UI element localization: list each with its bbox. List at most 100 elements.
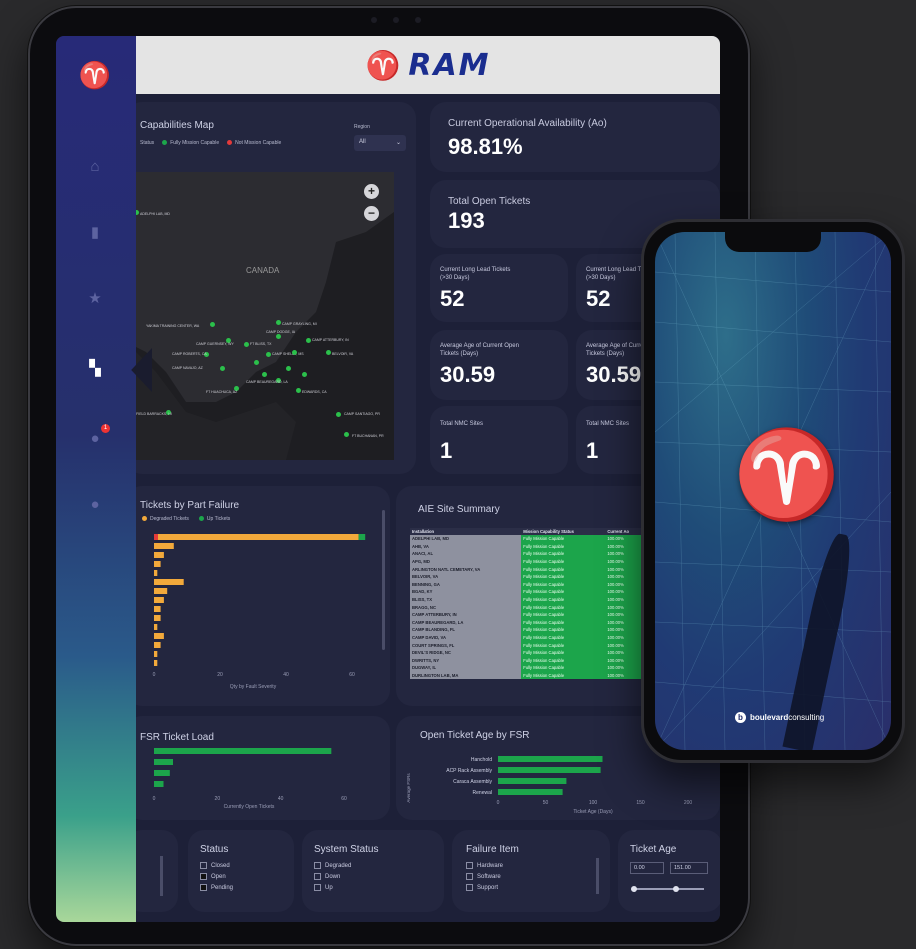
table-row[interactable]: CAMP DAVID, VA Fully Mission Capable 100.0… xyxy=(410,633,660,642)
slider-handle-max[interactable] xyxy=(673,886,679,892)
table-row[interactable]: BGAD, KY Fully Mission Capable 100.00% xyxy=(410,588,660,596)
table-row[interactable]: AHB, VA Fully Mission Capable 100.00% xyxy=(410,542,660,551)
map-canvas[interactable]: + − CANADA ADELPHI LAB, MD YAKIMA TRAINI… xyxy=(126,172,394,460)
failure-option-support[interactable]: Support xyxy=(466,884,503,891)
map-site-marker[interactable] xyxy=(266,352,271,357)
map-site-marker[interactable] xyxy=(220,366,225,371)
chart-scrollbar[interactable] xyxy=(382,510,385,650)
table-row[interactable]: BENNING, GA Fully Mission Capable 100.00% xyxy=(410,580,660,589)
map-site-marker[interactable] xyxy=(292,350,297,355)
star-icon[interactable]: ★ xyxy=(84,288,106,310)
bar-degraded[interactable] xyxy=(154,660,158,666)
checkbox[interactable] xyxy=(314,862,321,869)
system-option-down[interactable]: Down xyxy=(314,873,351,880)
table-row[interactable]: BRAGG, NC Fully Mission Capable 100.00% xyxy=(410,603,660,611)
map-site-marker[interactable] xyxy=(276,334,281,339)
table-row[interactable]: ARLINGTON NATL CEMETARY, VA Fully Mission… xyxy=(410,565,660,573)
table-row[interactable]: DEVIL'S RIDGE, NC Fully Mission Capable 10… xyxy=(410,648,660,657)
bar-degraded[interactable] xyxy=(154,615,161,621)
map-site-marker[interactable] xyxy=(296,388,301,393)
bar-degraded[interactable] xyxy=(154,570,158,576)
status-option-open[interactable]: Open xyxy=(200,873,233,880)
bar-up[interactable] xyxy=(358,534,366,540)
table-row[interactable]: DUGWAY, IL Fully Mission Capable 100.00% xyxy=(410,664,660,672)
zoom-in-icon[interactable]: + xyxy=(364,184,379,199)
checkbox[interactable] xyxy=(466,884,473,891)
bar-ticket-age[interactable] xyxy=(498,756,603,762)
map-site-marker[interactable] xyxy=(244,342,249,347)
map-site-marker[interactable] xyxy=(336,412,341,417)
checkbox[interactable] xyxy=(466,873,473,880)
table-header[interactable]: Mission Capability Status xyxy=(521,528,606,535)
status-option-pending[interactable]: Pending xyxy=(200,884,233,891)
bar-degraded[interactable] xyxy=(154,561,161,567)
bar-chart-icon[interactable]: ▮ xyxy=(84,222,106,244)
table-row[interactable]: BLISS, TX Fully Mission Capable 100.00% xyxy=(410,595,660,604)
table-row[interactable]: BELVOIR, VA Fully Mission Capable 100.00% xyxy=(410,572,660,581)
map-site-marker[interactable] xyxy=(302,372,307,377)
failure-option-software[interactable]: Software xyxy=(466,873,503,880)
map-site-marker[interactable] xyxy=(286,366,291,371)
checkbox[interactable] xyxy=(200,862,207,869)
home-icon[interactable]: ⌂ xyxy=(84,156,106,178)
table-row[interactable]: APG, MD Fully Mission Capable 100.00% xyxy=(410,557,660,566)
table-row[interactable]: ANACI, AL Fully Mission Capable 100.00% xyxy=(410,550,660,558)
fsr-load-chart[interactable]: 0 20 40 60 Currently Open Tickets xyxy=(134,744,374,820)
age-max-input[interactable]: 151.00 xyxy=(670,862,708,874)
filter-scrollbar[interactable] xyxy=(596,858,599,894)
bar-degraded[interactable] xyxy=(154,588,168,594)
checkbox[interactable] xyxy=(314,873,321,880)
system-option-degraded[interactable]: Degraded xyxy=(314,862,351,869)
checkbox[interactable] xyxy=(200,884,207,891)
bar-ticket-age[interactable] xyxy=(498,778,567,784)
bar-degraded[interactable] xyxy=(154,651,158,657)
table-row[interactable]: ADELPHI LAB, MD Fully Mission Capable 100.… xyxy=(410,535,660,543)
bar-degraded[interactable] xyxy=(154,633,164,639)
table-row[interactable]: DWRITTS, NY Fully Mission Capable 100.00% xyxy=(410,656,660,665)
settings-icon[interactable]: ● xyxy=(84,494,106,516)
age-range-slider[interactable] xyxy=(631,886,704,892)
bar-degraded[interactable] xyxy=(154,579,184,585)
region-select[interactable]: All ⌄ xyxy=(354,135,406,151)
bar-ticket-age[interactable] xyxy=(498,789,563,795)
status-option-closed[interactable]: Closed xyxy=(200,862,233,869)
map-site-marker[interactable] xyxy=(276,320,281,325)
table-header[interactable]: Current Ao xyxy=(605,528,645,535)
slider-handle-min[interactable] xyxy=(631,886,637,892)
bar-fsr-load[interactable] xyxy=(154,781,164,787)
bar-degraded[interactable] xyxy=(154,534,359,540)
system-option-up[interactable]: Up xyxy=(314,884,351,891)
bar-fsr-load[interactable] xyxy=(154,759,173,765)
table-row[interactable]: CAMP ATTERBURY, IN Fully Mission Capable 1… xyxy=(410,610,660,619)
filter-scrollbar[interactable] xyxy=(160,856,163,896)
table-row[interactable]: CAMP BEAUREGARD, LA Fully Mission Capable… xyxy=(410,618,660,627)
age-min-input[interactable]: 0.00 xyxy=(630,862,664,874)
map-site-marker[interactable] xyxy=(326,350,331,355)
table-row[interactable]: COURT SPRINGS, FL Fully Mission Capable 10… xyxy=(410,641,660,649)
map-site-marker[interactable] xyxy=(344,432,349,437)
map-site-marker[interactable] xyxy=(306,338,311,343)
map-site-marker[interactable] xyxy=(262,372,267,377)
dashboard-icon[interactable]: ▚ xyxy=(84,358,106,380)
bar-degraded[interactable] xyxy=(154,543,174,549)
bar-degraded[interactable] xyxy=(154,606,161,612)
checkbox[interactable] xyxy=(200,873,207,880)
alert-icon[interactable]: ● 1 xyxy=(84,424,110,450)
map-site-marker[interactable] xyxy=(254,360,259,365)
bar-degraded[interactable] xyxy=(154,552,164,558)
table-header[interactable]: Installation xyxy=(410,528,522,535)
checkbox[interactable] xyxy=(314,884,321,891)
table-row[interactable]: CAMP BLANDING, FL Fully Mission Capable 10… xyxy=(410,626,660,634)
aie-table-container[interactable]: Installation Mission Capability Status Cur… xyxy=(410,528,660,696)
goat-logo-icon[interactable]: ♈ xyxy=(78,58,112,92)
bar-ticket-age[interactable] xyxy=(498,767,601,773)
table-row[interactable]: DURLINGTON LAB, MA Fully Mission Capable 1… xyxy=(410,671,660,680)
bar-degraded[interactable] xyxy=(154,642,161,648)
bar-degraded[interactable] xyxy=(154,597,164,603)
map-site-marker[interactable] xyxy=(210,322,215,327)
bar-down[interactable] xyxy=(154,534,158,540)
zoom-out-icon[interactable]: − xyxy=(364,206,379,221)
part-failure-chart[interactable]: 0 20 40 60 Qty by Fault Severity xyxy=(132,528,382,698)
bar-degraded[interactable] xyxy=(154,624,158,630)
failure-option-hardware[interactable]: Hardware xyxy=(466,862,503,869)
